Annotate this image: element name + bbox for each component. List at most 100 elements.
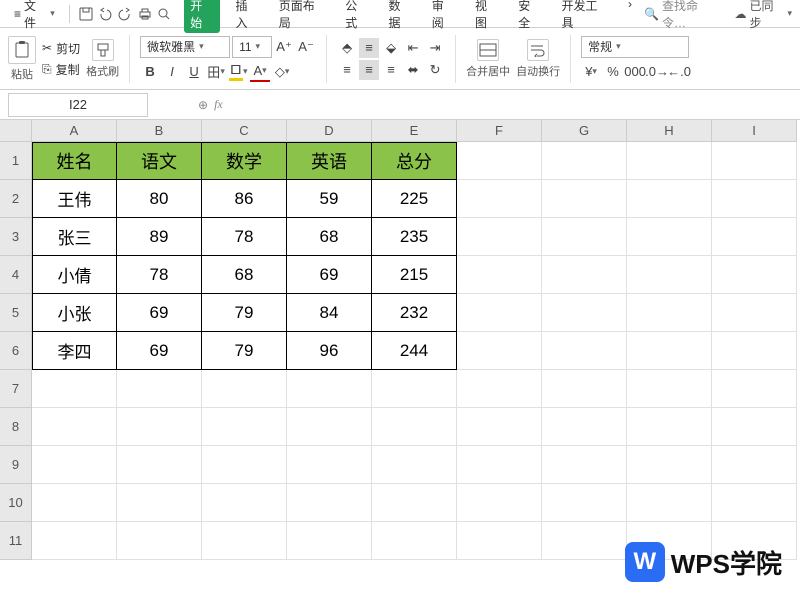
indent-increase-icon[interactable]: ⇥ [425,38,445,58]
number-format-select[interactable]: 常规▾ [581,36,689,58]
row-header[interactable]: 11 [0,522,32,560]
cell[interactable]: 语文 [117,142,202,180]
cell[interactable] [457,446,542,484]
align-right-icon[interactable]: ≡ [381,60,401,80]
cell[interactable] [542,294,627,332]
cell[interactable] [457,370,542,408]
tab-page-layout[interactable]: 页面布局 [275,0,329,33]
cell[interactable] [372,484,457,522]
cell[interactable] [627,446,712,484]
cell[interactable]: 78 [202,218,287,256]
column-header[interactable]: F [457,120,542,142]
tab-formulas[interactable]: 公式 [341,0,372,33]
cell[interactable] [202,408,287,446]
align-center-icon[interactable]: ≡ [359,60,379,80]
cell[interactable] [372,522,457,560]
cell[interactable]: 78 [117,256,202,294]
cell[interactable] [627,218,712,256]
select-all-corner[interactable] [0,120,32,142]
cell[interactable] [457,408,542,446]
cell[interactable]: 79 [202,294,287,332]
phonetic-button[interactable]: ◇▾ [272,62,292,82]
comma-icon[interactable]: 000 [625,62,645,82]
cell[interactable] [457,256,542,294]
column-header[interactable]: D [287,120,372,142]
cell[interactable] [457,484,542,522]
row-header[interactable]: 9 [0,446,32,484]
name-box[interactable]: I22 [8,93,148,117]
column-header[interactable]: B [117,120,202,142]
decrease-decimal-icon[interactable]: ←.0 [669,62,689,82]
bold-button[interactable]: B [140,62,160,82]
currency-icon[interactable]: ¥▾ [581,62,601,82]
cell[interactable] [542,256,627,294]
cell[interactable] [32,408,117,446]
cell[interactable]: 总分 [372,142,457,180]
cell[interactable] [117,408,202,446]
tab-review[interactable]: 审阅 [428,0,459,33]
cell[interactable] [372,370,457,408]
cell[interactable]: 59 [287,180,372,218]
cell[interactable] [542,180,627,218]
cell[interactable] [117,446,202,484]
row-header[interactable]: 5 [0,294,32,332]
cell[interactable] [627,484,712,522]
cell[interactable]: 235 [372,218,457,256]
border-button[interactable]: 田▾ [206,62,226,82]
tab-developer[interactable]: 开发工具 [558,0,612,33]
column-header[interactable]: G [542,120,627,142]
file-menu[interactable]: ≡ 文件 ▾ [8,0,61,33]
cell[interactable]: 89 [117,218,202,256]
formula-input[interactable] [229,94,800,116]
cell[interactable] [457,294,542,332]
cell[interactable] [32,484,117,522]
font-color-button[interactable]: A▾ [250,62,270,82]
cell[interactable] [32,446,117,484]
cell[interactable]: 小张 [32,294,117,332]
print-icon[interactable] [137,6,153,22]
cell[interactable] [712,446,797,484]
cell[interactable]: 96 [287,332,372,370]
row-header[interactable]: 7 [0,370,32,408]
cell[interactable]: 215 [372,256,457,294]
cell[interactable] [457,332,542,370]
cell[interactable] [712,484,797,522]
fx-icon[interactable]: fx [214,97,223,112]
merge-center-button[interactable]: 合并居中 [466,39,510,79]
cell[interactable]: 英语 [287,142,372,180]
tab-view[interactable]: 视图 [471,0,502,33]
underline-button[interactable]: U [184,62,204,82]
cell[interactable] [627,408,712,446]
cell[interactable] [287,484,372,522]
cell[interactable]: 86 [202,180,287,218]
wrap-text-button[interactable]: 自动换行 [516,39,560,79]
tab-data[interactable]: 数据 [385,0,416,33]
cell[interactable] [117,522,202,560]
cell[interactable]: 王伟 [32,180,117,218]
cell[interactable] [287,370,372,408]
undo-icon[interactable] [97,6,113,22]
orientation-icon[interactable]: ↻ [425,60,445,80]
tab-insert[interactable]: 插入 [232,0,263,33]
cell[interactable]: 李四 [32,332,117,370]
cell[interactable] [32,522,117,560]
decrease-font-icon[interactable]: A⁻ [296,37,316,57]
cell[interactable]: 80 [117,180,202,218]
cell[interactable] [287,408,372,446]
cell[interactable] [457,218,542,256]
command-search[interactable]: 🔍 查找命令… [644,0,721,31]
cell[interactable]: 84 [287,294,372,332]
cell[interactable] [712,180,797,218]
fill-color-button[interactable]: 🞑▾ [228,62,248,82]
cell[interactable]: 225 [372,180,457,218]
cell[interactable] [117,370,202,408]
cell[interactable] [627,180,712,218]
align-bottom-icon[interactable]: ⬙ [381,38,401,58]
distribute-icon[interactable]: ⬌ [403,60,423,80]
cell[interactable] [712,218,797,256]
cell[interactable] [712,408,797,446]
cell[interactable] [457,180,542,218]
cell[interactable]: 69 [117,294,202,332]
cell[interactable] [627,142,712,180]
font-name-select[interactable]: 微软雅黑▾ [140,36,230,58]
